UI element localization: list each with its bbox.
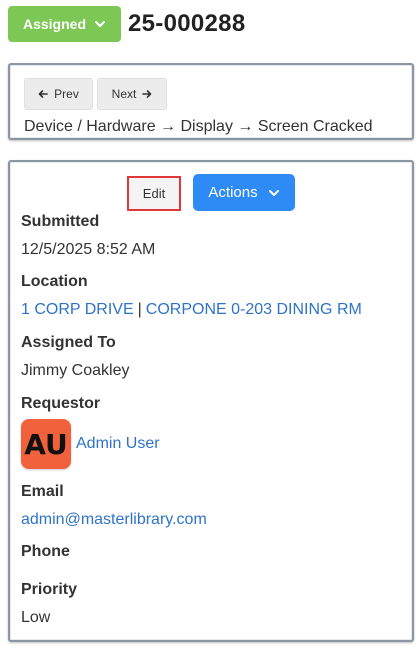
requestor-link[interactable]: Admin User bbox=[76, 435, 160, 453]
location-separator: | bbox=[137, 301, 142, 318]
avatar: AU bbox=[21, 419, 71, 469]
ticket-number: 25-000288 bbox=[128, 10, 246, 37]
next-button[interactable]: Next bbox=[97, 78, 167, 110]
ticket-details-card: Edit Actions Submitted 12/5/2025 8:52 AM… bbox=[8, 160, 414, 642]
detail-toolbar: Edit Actions bbox=[10, 174, 412, 212]
actions-dropdown-button[interactable]: Actions bbox=[193, 174, 295, 211]
edit-button[interactable]: Edit bbox=[127, 176, 181, 211]
actions-label: Actions bbox=[208, 184, 258, 201]
arrow-right-icon bbox=[142, 90, 152, 98]
ticket-header: Assigned 25-000288 bbox=[8, 6, 245, 42]
email-link[interactable]: admin@masterlibrary.com bbox=[21, 511, 207, 529]
prev-label: Prev bbox=[54, 87, 79, 101]
location-site-link[interactable]: 1 CORP DRIVE bbox=[21, 301, 134, 318]
requestor-label: Requestor bbox=[21, 395, 101, 412]
chevron-down-icon bbox=[95, 21, 105, 27]
location-room-link[interactable]: CORPONE 0-203 DINING RM bbox=[146, 301, 362, 318]
prev-button[interactable]: Prev bbox=[24, 78, 93, 110]
assigned-to-value: Jimmy Coakley bbox=[21, 362, 130, 379]
status-label: Assigned bbox=[22, 16, 86, 32]
status-dropdown-button[interactable]: Assigned bbox=[8, 6, 121, 42]
chevron-down-icon bbox=[268, 189, 279, 196]
arrow-left-icon bbox=[38, 90, 48, 98]
pager: Prev Next bbox=[24, 78, 167, 110]
email-label: Email bbox=[21, 483, 64, 500]
navigation-card: Prev Next Device / Hardware → Display → … bbox=[8, 63, 414, 140]
assigned-to-label: Assigned To bbox=[21, 334, 116, 351]
submitted-value: 12/5/2025 8:52 AM bbox=[21, 241, 156, 258]
submitted-label: Submitted bbox=[21, 213, 100, 230]
priority-value: Low bbox=[21, 609, 51, 626]
category-path: Device / Hardware → Display → Screen Cra… bbox=[24, 118, 373, 135]
next-label: Next bbox=[111, 87, 137, 101]
requestor-row: AU Admin User bbox=[21, 419, 160, 469]
priority-label: Priority bbox=[21, 581, 78, 598]
location-label: Location bbox=[21, 273, 88, 290]
phone-label: Phone bbox=[21, 543, 70, 560]
location-value: 1 CORP DRIVE | CORPONE 0-203 DINING RM bbox=[21, 301, 362, 319]
